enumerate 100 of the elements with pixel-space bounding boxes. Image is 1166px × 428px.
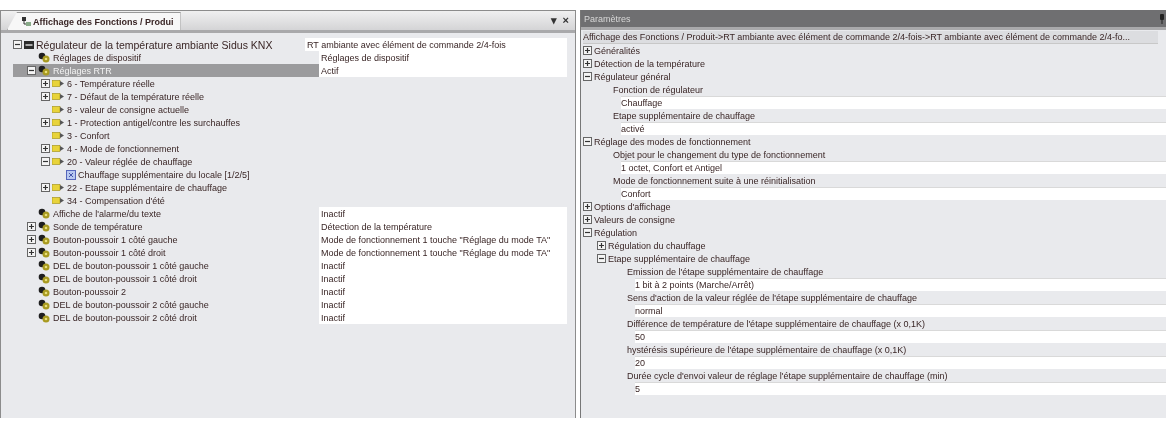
parameter-label: Sens d'action de la valeur réglée de l'étape supplémentaire de chauffage [627,292,917,303]
tree-item[interactable]: Sonde de température [13,220,319,233]
value-cell: Mode de fonctionnement 1 touche "Réglage du mode TA" [319,246,567,259]
section-label[interactable]: Généralités [594,45,641,56]
value-cell: Réglages de dispositif [319,51,567,64]
expander-icon[interactable] [597,241,606,250]
parameter-label: Etape supplémentaire de chauffage [613,110,755,121]
tree-item[interactable]: DEL de bouton-poussoir 1 côté gauche [13,259,319,272]
tree-item[interactable]: DEL de bouton-poussoir 2 côté droit [13,311,319,324]
expander-icon[interactable] [27,235,36,244]
value-cell: RT ambiante avec élément de commande 2/4-fois [305,38,567,51]
dropdown-button[interactable]: ▾ [550,14,557,27]
parameter-field[interactable]: 1 octet, Confort et Antigel [621,161,1166,174]
tree-item[interactable]: DEL de bouton-poussoir 1 côté droit [13,272,319,285]
gear-icon [38,286,51,297]
section-label[interactable]: Détection de la température [594,58,706,69]
expander-icon[interactable] [27,248,36,257]
tree-item[interactable]: Bouton-poussoir 1 côté droit [13,246,319,259]
parameter-field[interactable]: activé [621,122,1166,135]
panel-title: Paramètres [584,13,631,24]
gear-icon [38,65,51,76]
tab-label: Affichage des Fonctions / Produi [33,16,174,27]
tree-item[interactable]: Chauffage supplémentaire du locale [1/2/5] [13,168,347,181]
expander-icon[interactable] [41,92,50,101]
tree-item[interactable]: Réglages de dispositif [13,51,319,64]
expander-icon[interactable] [27,222,36,231]
value-cell: Inactif [319,207,567,220]
tree-item[interactable]: Bouton-poussoir 2 [13,285,319,298]
expander-icon[interactable] [41,183,50,192]
expander-icon[interactable] [583,59,592,68]
tree-item[interactable]: 7 - Défaut de la température réelle [13,90,333,103]
parameter-field[interactable]: 5 [635,382,1166,395]
tree-item[interactable]: 4 - Mode de fonctionnement [13,142,333,155]
expander-icon[interactable] [583,202,592,211]
parameter-field[interactable]: Confort [621,187,1166,200]
expander-icon[interactable] [41,157,50,166]
value-cell: Inactif [319,285,567,298]
tree-item[interactable]: 6 - Température réelle [13,77,333,90]
gear-icon [38,52,51,63]
parameter-label: Mode de fonctionnement suite à une réinitialisation [613,175,816,186]
object-icon [52,79,65,88]
tree-item[interactable]: Régulateur de la température ambiante Sidus KNX [13,38,305,51]
parameter-field[interactable]: Chauffage [621,96,1166,109]
expander-icon[interactable] [583,72,592,81]
object-icon [52,196,65,205]
gear-icon [38,221,51,232]
parameter-label: Fonction de régulateur [613,84,704,95]
object-icon [52,92,65,101]
value-cell: Inactif [319,311,567,324]
gear-icon [38,299,51,310]
device-icon [24,39,34,50]
expander-icon[interactable] [583,137,592,146]
tree-item[interactable]: Bouton-poussoir 1 côté gauche [13,233,319,246]
gear-icon [38,273,51,284]
pin-icon[interactable] [1158,13,1166,24]
tree-item[interactable]: 34 - Compensation d'été [13,194,333,207]
section-label[interactable]: Valeurs de consigne [594,214,675,225]
tree-item[interactable]: 8 - valeur de consigne actuelle [13,103,333,116]
parameter-label: hystérésis supérieure de l'étape supplémentaire de chauffage (x 0,1K) [627,344,907,355]
address-icon [66,169,76,180]
tree-item[interactable]: Affiche de l'alarme/du texte [13,207,319,220]
gear-icon [38,208,51,219]
section-label[interactable]: Régulateur général [594,71,671,82]
expander-icon[interactable] [583,215,592,224]
tree-icon [22,17,31,26]
tree-item[interactable]: DEL de bouton-poussoir 2 côté gauche [13,298,319,311]
gear-icon [38,247,51,258]
expander-icon[interactable] [13,40,22,49]
parameter-field[interactable]: 20 [635,356,1166,369]
parameter-field[interactable]: normal [635,304,1166,317]
tree-item[interactable]: 20 - Valeur réglée de chauffage [13,155,333,168]
expander-icon[interactable] [27,66,36,75]
gear-icon [38,312,51,323]
section-label[interactable]: Etape supplémentaire de chauffage [608,253,750,264]
parameter-field[interactable]: 1 bit à 2 points (Marche/Arrêt) [635,278,1166,291]
close-button[interactable]: × [562,14,569,27]
breadcrumb: Affichage des Fonctions / Produit->RT ambiante avec élément de commande 2/4-fois->RT ambiante avec élément de commande 2/4-fo... [583,31,1158,44]
expander-icon[interactable] [583,46,592,55]
gear-icon [38,234,51,245]
value-cell: Détection de la température [319,220,567,233]
tree-item[interactable]: 1 - Protection antigel/contre les surchauffes [13,116,333,129]
expander-icon[interactable] [41,118,50,127]
object-icon [52,118,65,127]
expander-icon[interactable] [583,228,592,237]
expander-icon[interactable] [41,79,50,88]
object-icon [52,105,65,114]
expander-icon[interactable] [41,144,50,153]
value-cell: Inactif [319,259,567,272]
panel-tab[interactable]: Affichage des Fonctions / Produi [7,12,181,30]
tree-item[interactable]: 3 - Confort [13,129,333,142]
expander-icon[interactable] [597,254,606,263]
section-label[interactable]: Réglage des modes de fonctionnement [594,136,751,147]
object-icon [52,157,65,166]
parameter-label: Durée cycle d'envoi valeur de réglage l'étape supplémentaire de chauffage (min) [627,370,948,381]
section-label[interactable]: Options d'affichage [594,201,671,212]
section-label[interactable]: Régulation [594,227,638,238]
parameter-field[interactable]: 50 [635,330,1166,343]
object-icon [52,183,65,192]
section-label[interactable]: Régulation du chauffage [608,240,706,251]
tree-item[interactable]: 22 - Etape supplémentaire de chauffage [13,181,333,194]
